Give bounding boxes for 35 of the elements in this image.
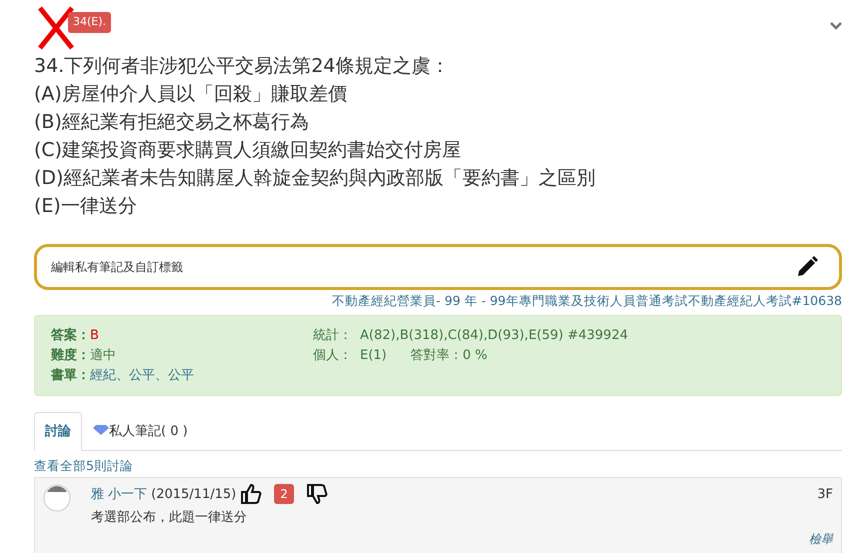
answer-label: 答案：: [51, 326, 90, 345]
question-text: 34.下列何者非涉犯公平交易法第24條規定之虞：: [34, 54, 450, 79]
thumbs-down-icon[interactable]: [306, 484, 328, 504]
floor-number: 3F: [817, 486, 833, 504]
answer-option: (C)建築投資商要求購買人須繳回契約書始交付房屋: [34, 136, 842, 164]
thumbs-up-icon[interactable]: [240, 484, 262, 504]
comment-text: 考選部公布，此題一律送分: [91, 509, 248, 528]
personal-label: 個人：: [313, 346, 352, 365]
answer-value: B: [90, 326, 99, 345]
pencil-icon[interactable]: [795, 255, 819, 279]
booklist-link[interactable]: 經紀、公平、公平: [90, 366, 194, 386]
booklist-label: 書單：: [51, 366, 90, 385]
answer-option: (A)房屋仲介人員以「回殺」賺取差價: [34, 80, 842, 108]
report-link[interactable]: 檢舉: [809, 532, 833, 546]
chevron-down-icon[interactable]: [830, 22, 842, 30]
comment-date: (2015/11/15): [151, 486, 236, 504]
avatar-icon: [43, 484, 71, 512]
answer-option: (E)一律送分: [34, 192, 842, 220]
answer-option: (D)經紀業者未告知購屋人斡旋金契約與內政部版「要約書」之區別: [34, 164, 842, 192]
like-count-badge: 2: [274, 484, 294, 504]
stats-value: A(82),B(318),C(84),D(93),E(59) #439924: [360, 326, 628, 345]
correct-rate-text: 答對率：0 %: [410, 346, 488, 365]
gem-icon: [93, 424, 109, 435]
tab[interactable]: 討論: [34, 412, 82, 452]
note-box[interactable]: 編輯私有筆記及自訂標籤: [34, 244, 842, 290]
personal-value: E(1): [360, 346, 387, 365]
answer-option: (B)經紀業有拒絕交易之杯葛行為: [34, 108, 842, 136]
tab[interactable]: 私人筆記( 0 ): [82, 412, 199, 452]
stats-label: 統計：: [313, 326, 352, 345]
comment-author-link[interactable]: 雅 小一下: [91, 484, 148, 504]
difficulty-label: 難度：: [51, 346, 90, 365]
view-all-discussions-link[interactable]: 查看全部5則討論: [34, 457, 133, 476]
question-number-badge: 34(E).: [68, 12, 112, 32]
difficulty-value: 適中: [90, 346, 116, 365]
exam-source-link[interactable]: 不動產經紀營業員- 99 年 - 99年專門職業及技術人員普通考試不動產經紀人考試#10638: [332, 293, 842, 308]
